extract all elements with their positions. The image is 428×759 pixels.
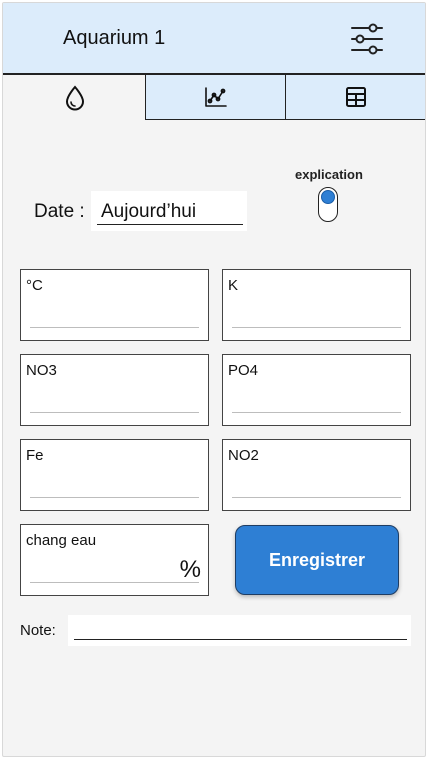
input-underline xyxy=(30,497,199,498)
input-underline xyxy=(232,327,401,328)
nitrate-input[interactable] xyxy=(30,386,199,412)
tab-measure[interactable] xyxy=(3,75,146,120)
note-label: Note: xyxy=(20,622,56,639)
nitrite-input[interactable] xyxy=(232,471,401,497)
input-underline xyxy=(30,327,199,328)
input-underline xyxy=(232,497,401,498)
temperature-input[interactable] xyxy=(30,301,199,327)
tab-chart[interactable] xyxy=(145,75,286,120)
iron-label: Fe xyxy=(26,447,44,464)
app-screen: Aquarium 1 explication Date: Aujourd’hu… xyxy=(2,2,426,757)
app-title: Aquarium 1 xyxy=(63,27,166,49)
iron-box: Fe xyxy=(20,439,209,511)
settings-button[interactable] xyxy=(347,19,387,59)
date-label: Date : xyxy=(34,201,85,222)
water-change-box: chang eau % xyxy=(20,524,209,596)
date-underline xyxy=(97,224,243,225)
app-header: Aquarium 1 xyxy=(3,3,425,75)
line-chart-icon xyxy=(204,87,227,107)
percent-unit: % xyxy=(179,556,201,583)
note-underline xyxy=(74,639,407,640)
input-underline xyxy=(30,582,199,583)
water-change-input[interactable] xyxy=(30,556,178,582)
phosphate-label: PO4 xyxy=(228,362,259,379)
explication-toggle[interactable] xyxy=(318,187,338,222)
potassium-box: K xyxy=(222,269,411,341)
phosphate-box: PO4 xyxy=(222,354,411,426)
tab-table[interactable] xyxy=(285,75,425,120)
note-field[interactable] xyxy=(68,615,411,646)
date-value: Aujourd’hui xyxy=(101,201,197,222)
water-change-label: chang eau xyxy=(26,532,97,549)
nitrate-box: NO3 xyxy=(20,354,209,426)
sliders-icon xyxy=(351,23,383,55)
iron-input[interactable] xyxy=(30,471,199,497)
input-underline xyxy=(232,412,401,413)
water-drop-icon xyxy=(65,84,84,110)
potassium-input[interactable] xyxy=(232,301,401,327)
save-button[interactable]: Enregistrer xyxy=(235,525,399,595)
tab-bar xyxy=(3,75,425,120)
phosphate-input[interactable] xyxy=(232,386,401,412)
date-field[interactable]: Aujourd’hui xyxy=(91,191,247,231)
toggle-knob xyxy=(320,189,335,204)
nitrite-label: NO2 xyxy=(228,447,259,464)
table-icon xyxy=(346,87,366,107)
temperature-box: °C xyxy=(20,269,209,341)
temperature-label: °C xyxy=(26,277,43,294)
potassium-label: K xyxy=(228,277,239,294)
nitrite-box: NO2 xyxy=(222,439,411,511)
nitrate-label: NO3 xyxy=(26,362,57,379)
explication-label: explication xyxy=(295,167,363,182)
input-underline xyxy=(30,412,199,413)
